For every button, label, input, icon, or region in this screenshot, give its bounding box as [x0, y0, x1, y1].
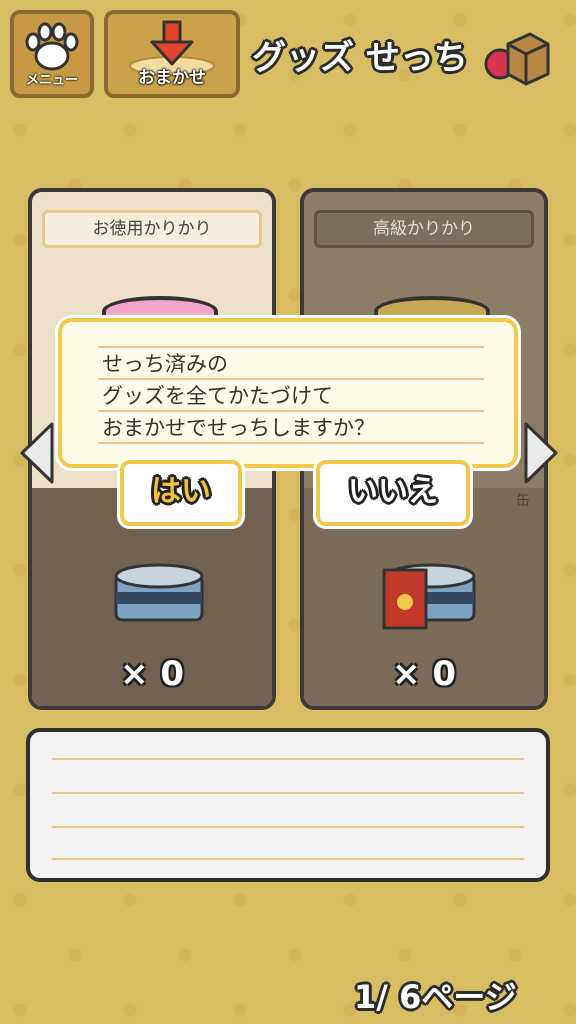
no-button[interactable]: いいえ [316, 460, 470, 526]
dialog-text-line-1: せっち済みの [102, 352, 228, 376]
description-rule [52, 858, 524, 860]
yes-button[interactable]: はい [120, 460, 242, 526]
dialog-text-line-3: おまかせでせっちしますか？ [102, 416, 375, 440]
cat-food-can-icon [114, 563, 204, 622]
next-page-arrow-icon[interactable] [522, 420, 560, 486]
description-box [26, 728, 550, 882]
description-rule [52, 792, 524, 794]
goods-count: × 0 [392, 654, 456, 694]
menu-label: メニュー [25, 73, 78, 88]
confirm-dialog: せっち済みの グッズを全てかたづけて おまかせでせっちしますか？ [58, 318, 518, 468]
goods-name: 高級かりかり [314, 210, 534, 248]
description-rule [52, 758, 524, 760]
description-rule [52, 826, 524, 828]
dialog-text-line-2: グッズを全てかたづけて [102, 384, 333, 408]
auto-place-button[interactable]: おまかせ [104, 10, 240, 98]
goods-count: × 0 [120, 654, 184, 694]
menu-button[interactable]: メニュー [10, 10, 94, 98]
goods-subtag: 缶 [516, 493, 530, 509]
page-title: グッズ せっち [252, 38, 468, 78]
goods-box-icon [484, 32, 550, 86]
auto-place-label: おまかせ [138, 68, 206, 88]
goods-name: お徳用かりかり [42, 210, 262, 248]
premium-can-icon [382, 563, 476, 630]
prev-page-arrow-icon[interactable] [18, 420, 56, 486]
dialog-rule [98, 442, 484, 444]
page-indicator: 1/ 6ページ [354, 978, 517, 1016]
